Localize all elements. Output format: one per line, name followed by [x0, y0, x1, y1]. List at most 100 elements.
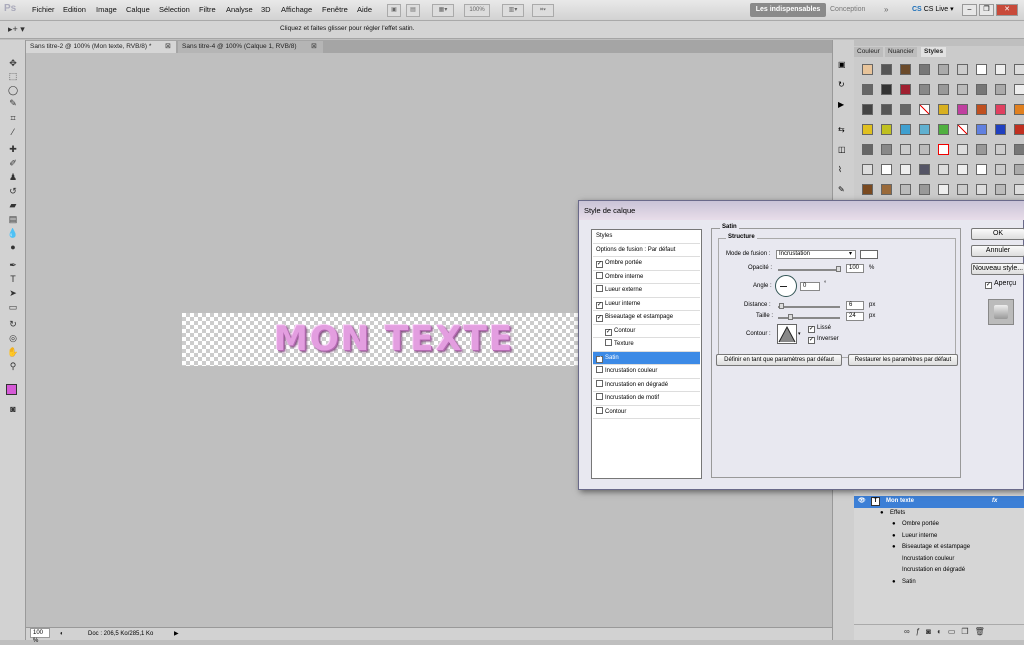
inverser-checkbox[interactable]: ✓ Inverser	[808, 336, 839, 344]
new-style-button[interactable]: Nouveau style...	[971, 263, 1024, 275]
style-swatch[interactable]	[957, 104, 968, 115]
style-swatch[interactable]	[1014, 64, 1024, 75]
set-default-button[interactable]: Définir en tant que paramètres par défau…	[716, 354, 842, 366]
effect-row[interactable]: ● Biseautage et estampage	[854, 542, 1024, 554]
opacity-slider-handle[interactable]	[836, 266, 841, 272]
tab-styles[interactable]: Styles	[921, 47, 947, 57]
mini-bridge-icon[interactable]: ▣	[838, 60, 846, 69]
marquee-tool-icon[interactable]: ⬚	[6, 71, 20, 82]
arrange-icon[interactable]: ▥▾	[502, 4, 524, 17]
tab-couleur[interactable]: Couleur	[854, 47, 883, 57]
style-swatch[interactable]	[995, 144, 1006, 155]
menu-analyse[interactable]: Analyse	[226, 5, 253, 14]
style-item[interactable]: Lueur externe	[593, 284, 700, 298]
style-swatch[interactable]	[995, 84, 1006, 95]
tab-close-icon[interactable]: ⊠	[165, 42, 171, 50]
style-swatch[interactable]	[900, 124, 911, 135]
style-swatch[interactable]	[976, 84, 987, 95]
style-swatch[interactable]	[976, 164, 987, 175]
type-tool-icon[interactable]: T	[6, 274, 20, 285]
blend-mode-select[interactable]: Incrustation ▾	[776, 250, 856, 259]
chevron-down-icon[interactable]: ▾	[798, 331, 801, 337]
style-swatch[interactable]	[881, 124, 892, 135]
restore-default-button[interactable]: Restaurer les paramètres par défaut	[848, 354, 958, 366]
healing-brush-icon[interactable]: ✚	[6, 144, 20, 155]
style-swatch[interactable]	[862, 164, 873, 175]
checkbox-icon[interactable]	[596, 271, 603, 279]
status-zoom[interactable]: 100 %	[30, 628, 50, 644]
angle-dial[interactable]	[775, 275, 797, 297]
dialog-title[interactable]: Style de calque	[579, 201, 1024, 220]
ok-button[interactable]: OK	[971, 228, 1024, 240]
style-swatch[interactable]	[1014, 124, 1024, 135]
layer-mon-texte[interactable]: 👁 T Mon texte fx	[854, 496, 1024, 508]
style-item[interactable]: ✓ Satin	[593, 351, 700, 365]
effect-row[interactable]: Incrustation couleur	[854, 554, 1024, 566]
tab-nuancier[interactable]: Nuancier	[885, 47, 918, 57]
style-swatch[interactable]	[919, 84, 930, 95]
menu-image[interactable]: Image	[96, 5, 117, 14]
brush-panel-icon[interactable]: ✎	[838, 185, 845, 194]
layer-effects-row[interactable]: ● Effets	[854, 508, 1024, 520]
workspace-essentials-button[interactable]: Les indispensables	[750, 3, 826, 17]
quick-selection-icon[interactable]: ✎	[6, 98, 20, 109]
folder-icon[interactable]: ▭	[948, 627, 962, 636]
preview-checkbox[interactable]: ✓ Aperçu	[985, 280, 1016, 289]
style-item[interactable]: Options de fusion : Par défaut	[593, 244, 700, 257]
document-canvas[interactable]: MON TEXTE	[182, 313, 582, 366]
style-swatch[interactable]	[938, 124, 949, 135]
checkbox-icon[interactable]	[596, 393, 603, 400]
eraser-tool-icon[interactable]: ▰	[6, 200, 20, 211]
style-swatch[interactable]	[919, 124, 930, 135]
bridge-icon[interactable]: ▣	[387, 4, 401, 17]
style-swatch[interactable]	[976, 124, 987, 135]
checkbox-icon[interactable]: ✓	[596, 315, 603, 322]
effect-row[interactable]: Incrustation en dégradé	[854, 565, 1024, 577]
distance-slider[interactable]	[778, 306, 840, 308]
tab-doc-4[interactable]: Sans titre-4 @ 100% (Calque 1, RVB/8)	[178, 41, 323, 53]
style-item[interactable]: Texture	[593, 338, 700, 352]
style-item[interactable]: ✓ Lueur interne	[593, 298, 700, 311]
adjustment-icon[interactable]: ◐	[937, 627, 948, 636]
eye-icon[interactable]: ●	[892, 542, 896, 553]
lasso-tool-icon[interactable]: ◯	[6, 85, 20, 96]
style-item[interactable]: Incrustation couleur	[593, 365, 700, 379]
foreground-color-swatch[interactable]	[6, 384, 17, 395]
new-layer-icon[interactable]: ❐	[961, 627, 974, 636]
style-swatch[interactable]	[862, 124, 873, 135]
restore-icon[interactable]: ❐	[979, 4, 994, 16]
angle-field[interactable]: 0	[800, 282, 820, 291]
style-swatch[interactable]	[881, 104, 892, 115]
style-swatch[interactable]	[995, 184, 1006, 195]
eye-icon[interactable]: ●	[892, 577, 896, 588]
move-tool-preset-icon[interactable]: ▸+ ▾	[8, 24, 25, 35]
style-swatch[interactable]	[1014, 84, 1024, 95]
menu-calque[interactable]: Calque	[126, 5, 150, 14]
style-swatch[interactable]	[995, 64, 1006, 75]
tab-close-icon[interactable]: ⊠	[311, 42, 317, 50]
style-swatch[interactable]	[919, 104, 930, 115]
close-icon[interactable]: ✕	[996, 4, 1018, 16]
trash-icon[interactable]: 🗑	[975, 627, 991, 636]
actions-panel-icon[interactable]: ▶	[838, 100, 844, 109]
menu-affichage[interactable]: Affichage	[281, 5, 312, 14]
zoom-level[interactable]: 100%	[464, 4, 490, 17]
workspace-conception-button[interactable]: Conception	[830, 6, 865, 13]
3d-rotate-icon[interactable]: ↻	[6, 319, 20, 330]
style-swatch[interactable]	[938, 64, 949, 75]
style-swatch[interactable]	[919, 144, 930, 155]
link-icon[interactable]: ∞	[904, 627, 916, 636]
view-extras-icon[interactable]: ▦▾	[432, 4, 454, 17]
zoom-tool-icon[interactable]: ⚲	[6, 361, 20, 372]
style-swatch[interactable]	[938, 164, 949, 175]
checkbox-icon[interactable]	[596, 366, 603, 373]
effect-row[interactable]: ● Satin	[854, 577, 1024, 589]
status-menu-icon[interactable]: ▶	[174, 628, 179, 640]
fx-icon[interactable]: fx	[992, 496, 997, 507]
style-swatch[interactable]	[900, 84, 911, 95]
crop-tool-icon[interactable]: ⌗	[6, 113, 20, 124]
move-tool-icon[interactable]: ✥	[6, 58, 20, 69]
lisse-checkbox[interactable]: ✓ Lissé	[808, 325, 831, 333]
history-panel-icon[interactable]: ↻	[838, 80, 845, 89]
style-swatch[interactable]	[919, 184, 930, 195]
